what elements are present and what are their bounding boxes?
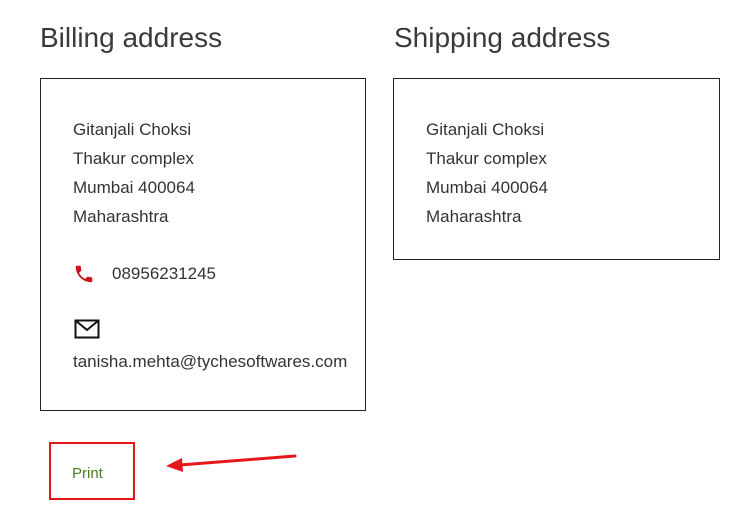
annotation-arrow-icon [166, 454, 297, 472]
billing-address-line: Thakur complex [73, 149, 194, 168]
shipping-address-box: Gitanjali Choksi Thakur complex Mumbai 4… [393, 78, 720, 260]
phone-icon [73, 263, 95, 285]
shipping-address-line: Thakur complex [426, 149, 547, 168]
billing-state: Maharashtra [73, 207, 169, 226]
billing-city-postcode: Mumbai 400064 [73, 178, 195, 197]
billing-address-box: Gitanjali Choksi Thakur complex Mumbai 4… [40, 78, 366, 411]
billing-address-heading: Billing address [40, 22, 223, 53]
billing-email: tanisha.mehta@tychesoftwares.com [73, 352, 348, 371]
print-button[interactable]: Print [72, 465, 103, 482]
shipping-address-heading: Shipping address [394, 22, 611, 53]
billing-name: Gitanjali Choksi [73, 120, 192, 139]
billing-phone-row: 08956231245 [73, 261, 216, 287]
shipping-city-postcode: Mumbai 400064 [426, 178, 548, 197]
shipping-address-lines: Gitanjali Choksi Thakur complex Mumbai 4… [426, 115, 548, 231]
billing-address-lines: Gitanjali Choksi Thakur complex Mumbai 4… [73, 115, 195, 231]
shipping-state: Maharashtra [426, 207, 522, 226]
shipping-name: Gitanjali Choksi [426, 120, 545, 139]
billing-phone: 08956231245 [112, 264, 217, 283]
envelope-icon [74, 319, 100, 339]
